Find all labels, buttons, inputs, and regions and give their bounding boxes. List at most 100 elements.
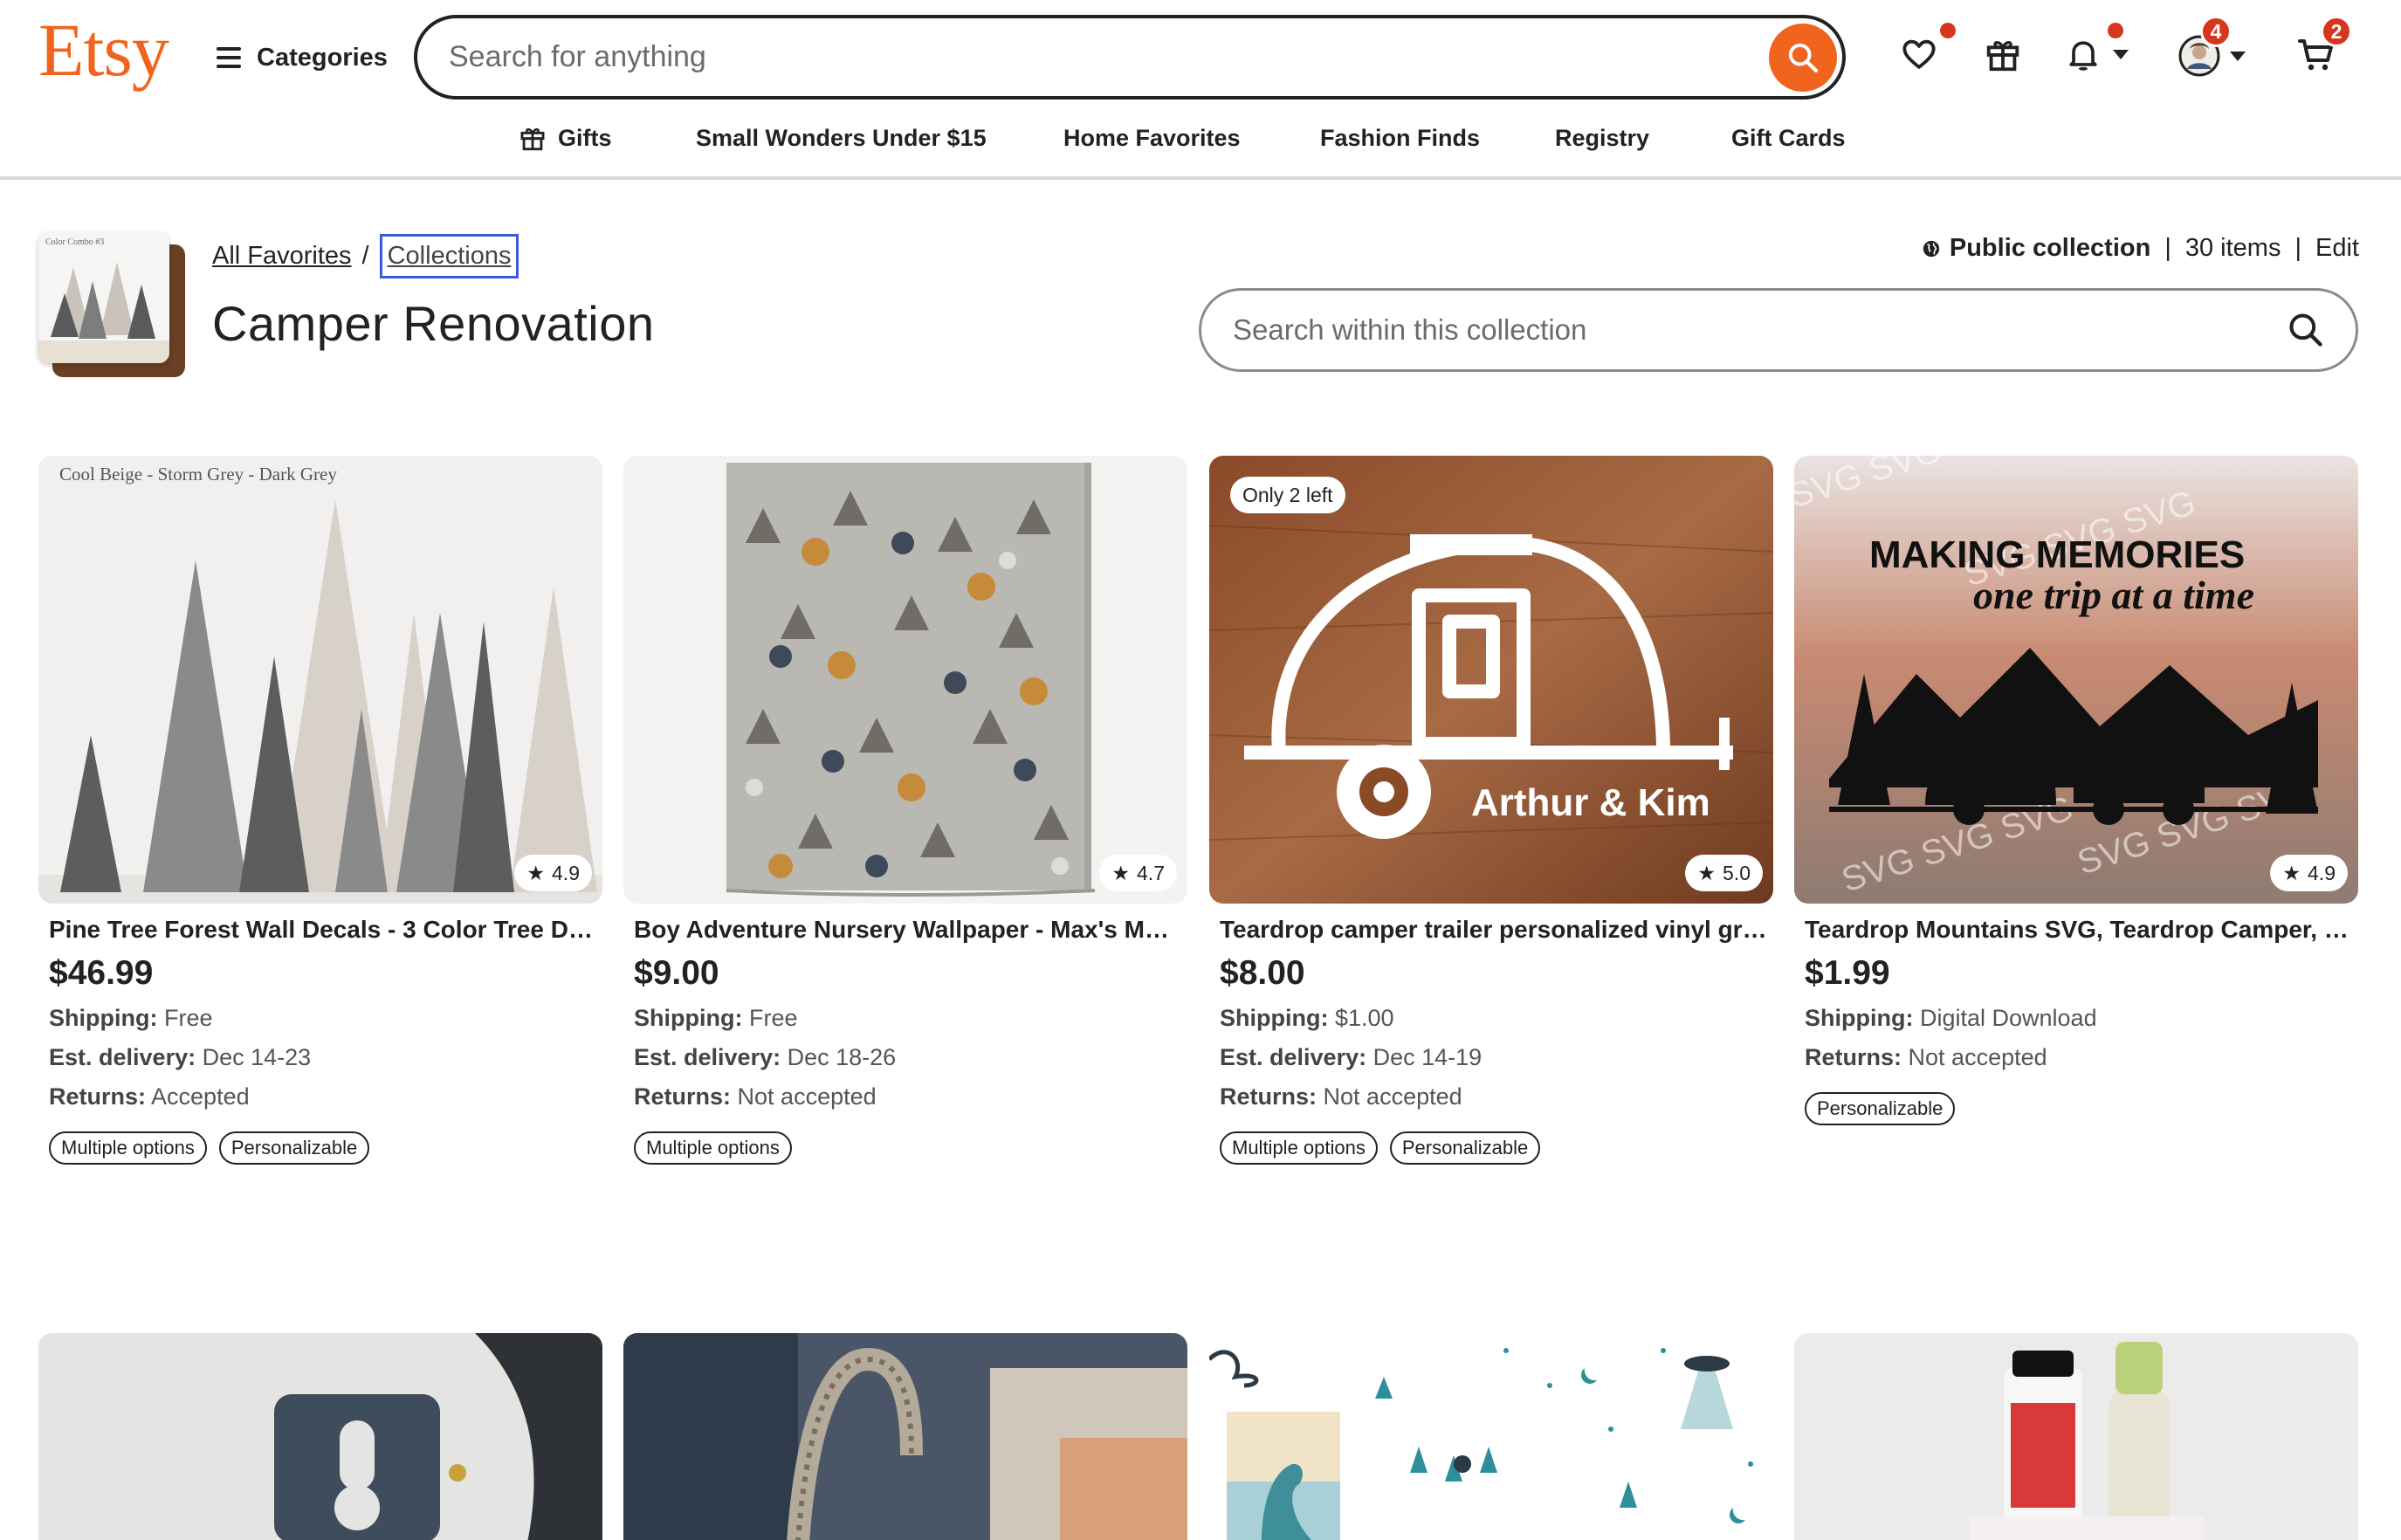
collection-visibility: Public collection [1949,234,2151,262]
etsy-logo[interactable]: Etsy [38,12,169,87]
listing-card[interactable] [1209,1333,1773,1540]
page-title: Camper Renovation [212,296,655,351]
listing-title[interactable]: Boy Adventure Nursery Wallpaper - Max's … [623,916,1182,944]
search-icon [1788,43,1819,72]
notifications-button[interactable] [2064,23,2134,75]
thumbnail-caption: Color Combo #3 [45,237,105,247]
nav-gift-cards[interactable]: Gift Cards [1731,119,1846,157]
star-icon: ★ [2282,861,2301,884]
listing-image[interactable] [38,1333,602,1540]
listing-card[interactable]: Cool Beige - Storm Grey - Dark Grey ★ 4.9… [38,456,602,1165]
main-search-bar [414,15,1846,100]
notifications-dot [2108,23,2123,38]
rating-badge: ★ 4.9 [514,855,592,891]
returns-info: Returns: Not accepted [634,1083,877,1110]
globe-icon [1923,240,1940,257]
listing-tags: Multiple options Personalizable [1209,1131,1773,1165]
listing-card[interactable] [623,1333,1187,1540]
rating-badge: ★ 4.7 [1099,855,1177,891]
cart-badge: 2 [2321,16,2352,47]
collection-search-button[interactable] [2284,308,2328,352]
image-caption: Arthur & Kim [1471,781,1710,824]
nav-small-wonders[interactable]: Small Wonders Under $15 [696,119,987,157]
gift-icon [520,127,545,151]
listing-image[interactable]: SVG SVG SVG SVG SVG SVG SVG SVG SVG SVG … [1794,456,2358,904]
tag-multiple-options: Multiple options [49,1131,207,1165]
listing-tags: Multiple options [623,1131,1187,1165]
account-badge: 4 [2200,16,2232,47]
tag-multiple-options: Multiple options [1220,1131,1378,1165]
categories-button[interactable]: Categories [217,40,388,75]
breadcrumb-all-favorites[interactable]: All Favorites [212,242,352,271]
listing-price: $1.99 [1805,954,1890,992]
breadcrumb-collections[interactable]: Collections [379,233,519,278]
listing-title[interactable]: Teardrop camper trailer personalized vin… [1209,916,1768,944]
image-caption-top: MAKING MEMORIES [1869,533,2245,576]
returns-info: Returns: Not accepted [1805,1044,2047,1070]
breadcrumb: All Favorites / Collections [212,232,519,279]
category-nav: Gifts Small Wonders Under $15 Home Favor… [0,119,2401,157]
listing-image[interactable] [1209,1333,1773,1540]
shipping-info: Shipping: Free [634,1005,798,1031]
tag-multiple-options: Multiple options [634,1131,792,1165]
listing-image[interactable] [1794,1333,2358,1540]
listing-card[interactable] [1794,1333,2358,1540]
favorites-button[interactable] [1900,23,1956,73]
favorites-notification-dot [1940,23,1956,38]
search-button[interactable] [1769,23,1837,92]
edit-collection-link[interactable]: Edit [2315,234,2359,263]
listing-price: $9.00 [634,954,719,992]
listing-price: $8.00 [1220,954,1305,992]
listing-tags: Personalizable [1794,1092,2358,1125]
account-button[interactable]: 4 [2177,16,2253,79]
low-stock-badge: Only 2 left [1230,477,1345,513]
categories-label: Categories [257,43,388,72]
listing-card[interactable]: SVG SVG SVG SVG SVG SVG SVG SVG SVG SVG … [1794,456,2358,1125]
shipping-info: Shipping: $1.00 [1220,1005,1394,1031]
collection-meta: Public collection | 30 items | Edit [1922,234,2359,263]
listing-image[interactable]: Cool Beige - Storm Grey - Dark Grey ★ 4.9 [38,456,602,904]
returns-info: Returns: Accepted [49,1083,250,1110]
shipping-info: Shipping: Free [49,1005,213,1031]
star-icon: ★ [1111,861,1131,884]
returns-info: Returns: Not accepted [1220,1083,1462,1110]
listing-image[interactable] [623,1333,1187,1540]
tag-personalizable: Personalizable [218,1131,370,1165]
heart-icon [1902,39,1936,69]
star-icon: ★ [1697,861,1716,884]
collection-thumbnail: Color Combo #3 [38,232,190,381]
listing-card[interactable] [38,1333,602,1540]
gift-icon [1986,40,2019,72]
listing-tags: Multiple options Personalizable [38,1131,602,1165]
nav-home-favorites[interactable]: Home Favorites [1063,119,1241,157]
gift-mode-button[interactable] [1982,33,2024,75]
nav-fashion-finds[interactable]: Fashion Finds [1320,119,1480,157]
tag-personalizable: Personalizable [1389,1131,1541,1165]
listing-image[interactable]: ★ 4.7 [623,456,1187,904]
main-search-input[interactable] [417,18,1842,96]
nav-gifts[interactable]: Gifts [518,119,612,157]
listing-image[interactable]: Arthur & Kim Only 2 left ★ 5.0 [1209,456,1773,904]
listing-price: $46.99 [49,954,154,992]
delivery-info: Est. delivery: Dec 14-19 [1220,1044,1483,1070]
chevron-down-icon [2230,51,2246,61]
image-caption: Cool Beige - Storm Grey - Dark Grey [59,464,337,485]
listing-card[interactable]: Arthur & Kim Only 2 left ★ 5.0 Teardrop c… [1209,456,1773,1165]
search-icon [2289,313,2322,347]
listing-title[interactable]: Pine Tree Forest Wall Decals - 3 Color T… [38,916,597,944]
tag-personalizable: Personalizable [1805,1092,1956,1125]
nav-gifts-label: Gifts [558,124,612,151]
collection-search-input[interactable] [1201,291,2356,369]
delivery-info: Est. delivery: Dec 14-23 [49,1044,312,1070]
breadcrumb-separator: / [361,241,369,270]
thumbnail-trees-image [38,262,169,363]
cart-button[interactable]: 2 [2294,16,2352,77]
delivery-info: Est. delivery: Dec 18-26 [634,1044,897,1070]
site-header: Etsy Categories 4 2 Gifts [0,0,2401,180]
rating-badge: ★ 4.9 [2270,855,2348,891]
bell-icon [2069,41,2097,71]
nav-registry[interactable]: Registry [1555,119,1649,157]
star-icon: ★ [526,861,546,884]
listing-title[interactable]: Teardrop Mountains SVG, Teardrop Camper,… [1794,916,2353,944]
listing-card[interactable]: ★ 4.7 Boy Adventure Nursery Wallpaper - M… [623,456,1187,1165]
